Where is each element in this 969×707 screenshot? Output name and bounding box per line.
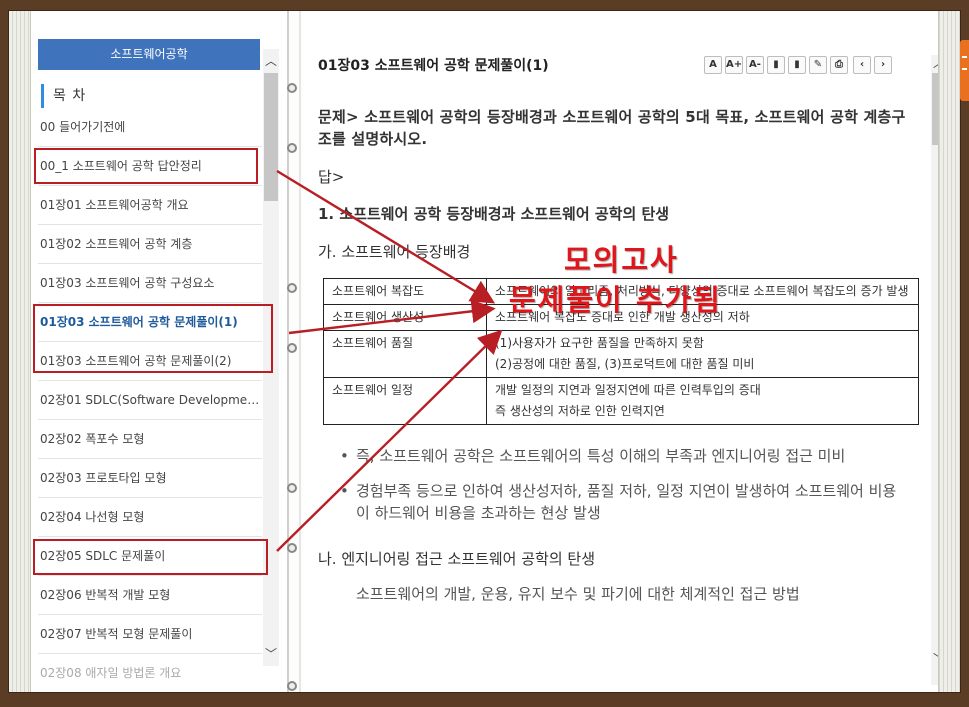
- side-menu-tab[interactable]: [960, 40, 969, 101]
- annotation-arrow: [276, 169, 496, 304]
- annotation-text: 문제풀이 추가됨: [509, 283, 722, 317]
- annotation-arrows: [276, 169, 503, 552]
- annotation-arrow: [288, 299, 496, 335]
- annotation-arrow: [276, 329, 503, 552]
- ebook-viewer: 소프트웨어공학 목 차 00 들어가기전에 00_1 소프트웨어 공학 답안정리 0…: [8, 10, 961, 693]
- annotation-text: 모의고사: [564, 243, 679, 277]
